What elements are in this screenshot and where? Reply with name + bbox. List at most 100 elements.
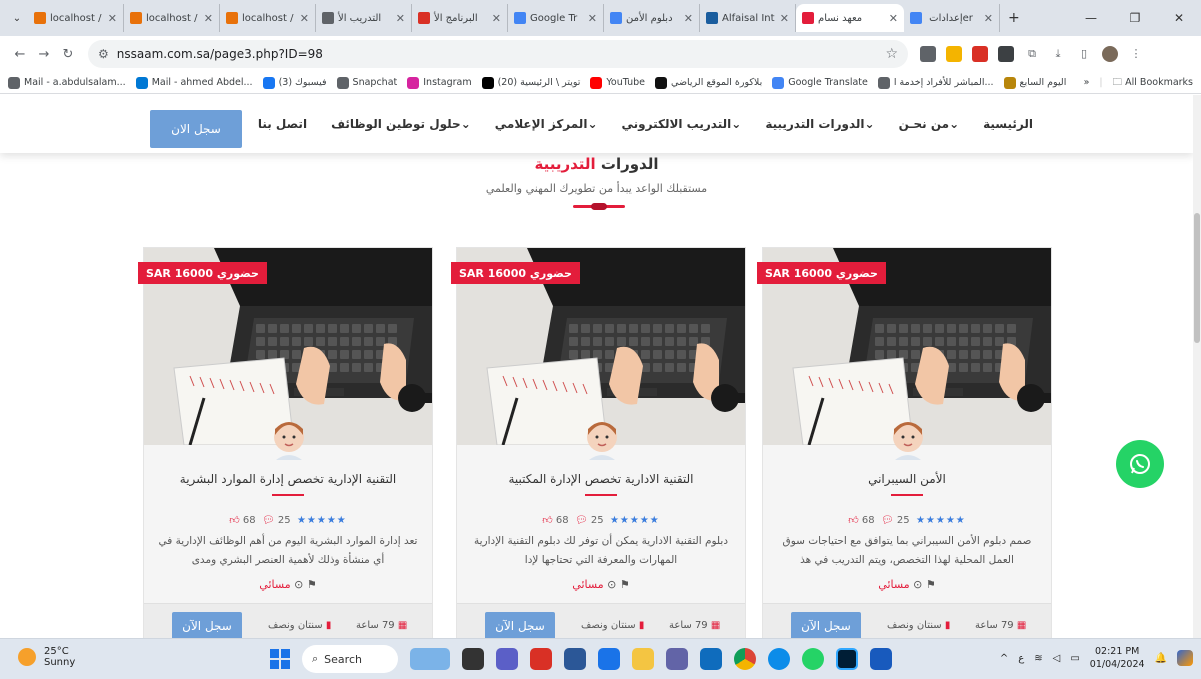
address-bar[interactable]: ⚙ nssaam.com.sa/page3.php?ID=98 ☆	[88, 40, 908, 68]
site-menu-item[interactable]: التدريب الالكتروني⌄	[622, 117, 742, 131]
site-menu-item[interactable]: حلول توطين الوظائف⌄	[331, 117, 471, 131]
browser-tab[interactable]: localhost / ✕	[124, 4, 220, 32]
browser-tab[interactable]: localhost / ✕	[28, 4, 124, 32]
course-title[interactable]: التقنية الادارية تخصص الإدارة المكتبية	[457, 472, 745, 486]
app-icon[interactable]	[564, 648, 586, 670]
battery-icon[interactable]: ▭	[1070, 653, 1079, 664]
language-indicator[interactable]: ع	[1018, 653, 1024, 664]
site-menu-item[interactable]: الرئيسية	[983, 117, 1033, 131]
teams-icon[interactable]	[496, 648, 518, 670]
like-icon[interactable]: 👍︎	[229, 515, 239, 526]
forward-icon[interactable]: →	[32, 47, 56, 62]
bookmark-star-icon[interactable]: ☆	[885, 46, 898, 62]
volume-icon[interactable]: ◁	[1053, 653, 1061, 664]
widget-app-icon[interactable]	[410, 648, 450, 670]
page-scrollbar[interactable]	[1193, 95, 1201, 638]
bookmark-item[interactable]: Instagram	[407, 76, 472, 89]
bookmark-item[interactable]: بلاكورة الموقع الرياضي	[655, 76, 762, 89]
clock[interactable]: 02:21 PM 01/04/2024	[1090, 645, 1145, 671]
close-tab-icon[interactable]: ✕	[776, 12, 789, 25]
close-tab-icon[interactable]: ✕	[584, 12, 597, 25]
back-icon[interactable]: ←	[8, 47, 32, 62]
close-tab-icon[interactable]: ✕	[296, 12, 309, 25]
close-tab-icon[interactable]: ✕	[885, 12, 898, 25]
app-icon[interactable]	[666, 648, 688, 670]
browser-tab[interactable]: Alfaisal Int ✕	[700, 4, 796, 32]
course-title[interactable]: الأمن السيبراني	[763, 472, 1051, 486]
word-icon[interactable]	[870, 648, 892, 670]
app-icon[interactable]	[598, 648, 620, 670]
app-icon[interactable]	[530, 648, 552, 670]
outlook-icon[interactable]	[700, 648, 722, 670]
course-card[interactable]: حضوري SAR 16000 الأمن السيبراني 👍︎ 68 💬︎…	[757, 247, 1052, 638]
reload-icon[interactable]: ↻	[56, 47, 80, 62]
weather-widget[interactable]: 25°C Sunny	[18, 646, 75, 668]
tab-search-icon[interactable]: ⌄	[6, 7, 28, 29]
site-menu-item[interactable]: المركز الإعلامي⌄	[495, 117, 598, 131]
bookmark-item[interactable]: Google Translate	[772, 76, 868, 89]
site-menu-item[interactable]: الدورات التدريبية⌄	[765, 117, 874, 131]
browser-tab[interactable]: معهد نسام ✕	[796, 4, 904, 32]
close-tab-icon[interactable]: ✕	[980, 12, 993, 25]
register-course-button[interactable]: سجل الآن	[172, 612, 242, 638]
notification-bell-icon[interactable]: 🔔	[1155, 653, 1167, 664]
close-tab-icon[interactable]: ✕	[104, 12, 117, 25]
site-menu-item[interactable]: اتصل بنا	[258, 117, 307, 131]
pdf-extension-icon[interactable]	[972, 46, 988, 62]
register-course-button[interactable]: سجل الآن	[791, 612, 861, 638]
taskbar-search[interactable]: ⌕ Search	[302, 645, 398, 673]
network-icon[interactable]: ≋	[1034, 653, 1042, 664]
browser-tab[interactable]: دبلوم الأمن ✕	[604, 4, 700, 32]
bookmark-item[interactable]: اليوم السابع	[1003, 76, 1066, 89]
download-icon[interactable]: ⤓	[1050, 46, 1066, 62]
whatsapp-app-icon[interactable]	[802, 648, 824, 670]
site-menu-item[interactable]: من نحـن⌄	[899, 117, 960, 131]
puzzle-icon[interactable]: ⧉	[1024, 46, 1040, 62]
site-info-icon[interactable]: ⚙	[98, 47, 109, 61]
chrome-icon[interactable]	[734, 648, 756, 670]
scrollbar-thumb[interactable]	[1194, 213, 1200, 343]
browser-tab[interactable]: localhost / ✕	[220, 4, 316, 32]
close-tab-icon[interactable]: ✕	[680, 12, 693, 25]
copilot-icon[interactable]	[1177, 650, 1193, 666]
extension-icon[interactable]	[998, 46, 1014, 62]
extension-icon[interactable]	[946, 46, 962, 62]
browser-tab[interactable]: البرنامج الأ ✕	[412, 4, 508, 32]
close-tab-icon[interactable]: ✕	[488, 12, 501, 25]
edge-icon[interactable]	[768, 648, 790, 670]
whatsapp-chat-button[interactable]	[1116, 440, 1164, 488]
task-view-icon[interactable]	[462, 648, 484, 670]
course-card[interactable]: حضوري SAR 16000 التقنية الادارية تخصص ال…	[451, 247, 746, 638]
windows-start-icon[interactable]	[270, 649, 290, 669]
minimize-icon[interactable]: —	[1069, 11, 1113, 25]
bookmark-item[interactable]: Snapchat	[336, 76, 397, 89]
bookmark-item[interactable]: YouTube	[590, 76, 645, 89]
close-window-icon[interactable]: ✕	[1157, 11, 1201, 25]
browser-tab[interactable]: Google Tr ✕	[508, 4, 604, 32]
tray-overflow-icon[interactable]: ^	[1000, 653, 1008, 664]
browser-menu-icon[interactable]: ⋮	[1128, 46, 1144, 62]
bookmark-item[interactable]: المباشر للأفراد إخدمة ا...	[877, 76, 994, 89]
restore-icon[interactable]: ❐	[1113, 11, 1157, 25]
bookmark-item[interactable]: (3) فيسبوك	[262, 76, 327, 89]
extension-icon[interactable]	[920, 46, 936, 62]
bookmark-item[interactable]: (20) تويتر \ الرئيسية	[481, 76, 580, 89]
browser-tab[interactable]: التدريب الأ ✕	[316, 4, 412, 32]
course-title[interactable]: التقنية الإدارية تخصص إدارة الموارد البش…	[144, 472, 432, 486]
register-course-button[interactable]: سجل الآن	[485, 612, 555, 638]
photoshop-icon[interactable]	[836, 648, 858, 670]
profile-avatar-icon[interactable]	[1102, 46, 1118, 62]
new-tab-button[interactable]: +	[1000, 10, 1028, 26]
like-icon[interactable]: 👍︎	[848, 515, 858, 526]
like-icon[interactable]: 👍︎	[542, 515, 552, 526]
close-tab-icon[interactable]: ✕	[200, 12, 213, 25]
bookmarks-overflow-button[interactable]: »	[1084, 77, 1090, 88]
browser-tab[interactable]: إعدادات ‏er ✕	[904, 4, 1000, 32]
all-bookmarks-folder[interactable]: 🗀 All Bookmarks	[1113, 75, 1193, 91]
close-tab-icon[interactable]: ✕	[392, 12, 405, 25]
file-explorer-icon[interactable]	[632, 648, 654, 670]
register-now-button[interactable]: سجل الان	[150, 110, 242, 148]
bookmark-item[interactable]: Mail - a.abdulsalam...	[8, 76, 126, 89]
side-panel-icon[interactable]: ▯	[1076, 46, 1092, 62]
bookmark-item[interactable]: Mail - ahmed Abdel...	[135, 76, 253, 89]
